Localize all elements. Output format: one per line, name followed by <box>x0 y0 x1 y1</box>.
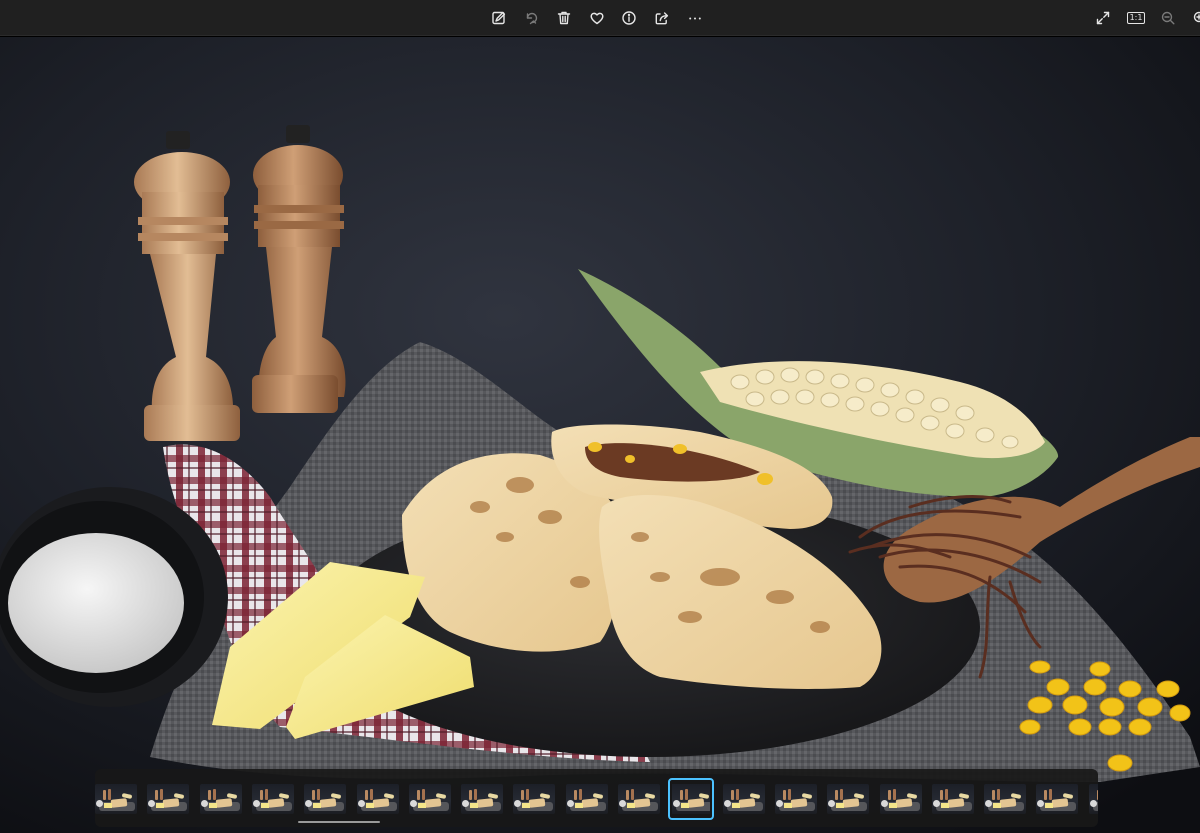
delete-button[interactable] <box>552 6 576 30</box>
thumbnail[interactable] <box>618 784 660 814</box>
viewer-toolbar: 1:1 <box>0 0 1200 36</box>
thumbnail-selected[interactable] <box>668 778 715 820</box>
thumbnail[interactable] <box>251 784 294 814</box>
zoom-in-button[interactable] <box>1188 6 1200 30</box>
expand-icon <box>1096 11 1110 25</box>
thumbnail[interactable] <box>984 784 1027 814</box>
edit-image-icon <box>492 11 506 25</box>
thumbnail[interactable] <box>199 784 242 814</box>
info-icon <box>622 11 636 25</box>
thumbnail[interactable] <box>461 784 504 814</box>
image-viewport[interactable] <box>0 37 1200 833</box>
share-icon <box>655 12 669 25</box>
thumbnail[interactable] <box>1088 784 1098 814</box>
ellipsis-icon <box>689 17 701 20</box>
thumbnail[interactable] <box>565 784 608 814</box>
thumbnail[interactable] <box>879 784 922 814</box>
thumbnail[interactable] <box>304 784 347 814</box>
thumbnail[interactable] <box>356 784 399 814</box>
heart-icon <box>590 12 604 25</box>
thumbnail[interactable] <box>147 784 190 814</box>
food-photo <box>0 37 1200 833</box>
thumbnail[interactable] <box>931 784 974 814</box>
thumbnail[interactable] <box>95 784 137 814</box>
rotate-button[interactable] <box>520 6 544 30</box>
full-screen-button[interactable] <box>1091 6 1115 30</box>
thumbnail[interactable] <box>513 784 556 814</box>
favorite-button[interactable] <box>585 6 609 30</box>
ratio-1-1-icon: 1:1 <box>1126 12 1146 24</box>
rotate-icon <box>526 12 538 25</box>
file-info-button[interactable] <box>617 6 641 30</box>
actual-size-button[interactable]: 1:1 <box>1124 6 1148 30</box>
filmstrip[interactable] <box>95 769 1098 827</box>
zoom-out-icon <box>1161 11 1175 25</box>
thumbnail[interactable] <box>408 784 451 814</box>
filmstrip-scrollbar[interactable] <box>298 821 380 823</box>
zoom-out-button[interactable] <box>1156 6 1180 30</box>
thumbnail[interactable] <box>774 784 817 814</box>
share-button[interactable] <box>650 6 674 30</box>
more-options-button[interactable] <box>683 6 707 30</box>
zoom-in-icon <box>1193 11 1200 23</box>
thumbnail[interactable] <box>1036 784 1079 814</box>
edit-image-button[interactable] <box>487 6 511 30</box>
trash-icon <box>557 11 571 25</box>
thumbnail[interactable] <box>827 784 870 814</box>
thumbnail[interactable] <box>722 784 765 814</box>
